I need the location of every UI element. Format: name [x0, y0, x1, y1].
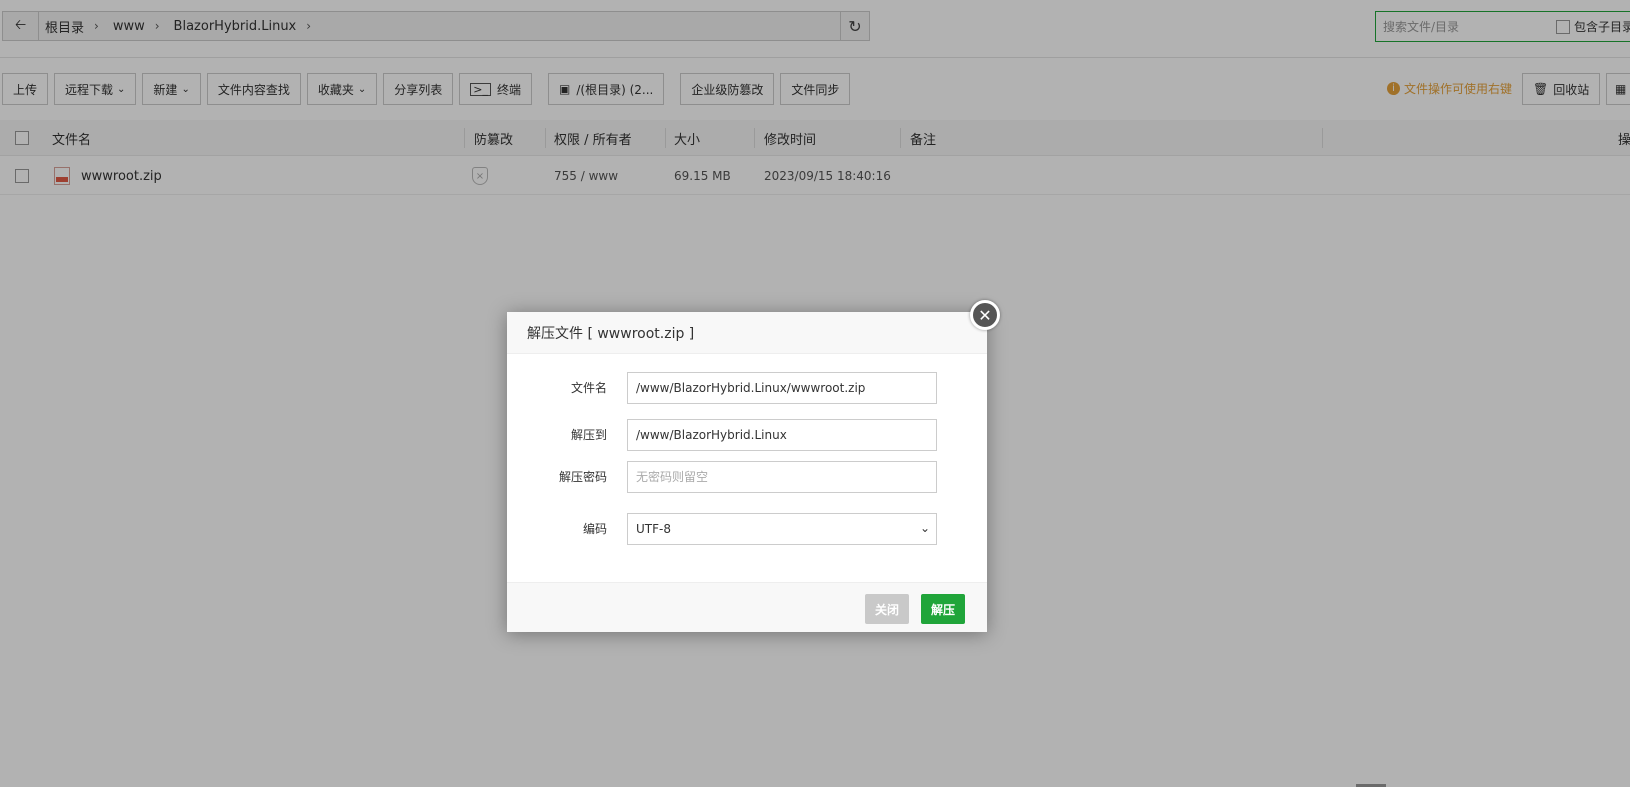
filename-field[interactable]: /www/BlazorHybrid.Linux/wwwroot.zip: [627, 371, 937, 404]
password-field[interactable]: 无密码则留空: [627, 460, 937, 493]
form-row-password: 解压密码 无密码则留空: [507, 460, 987, 493]
close-icon[interactable]: ✕: [970, 300, 1000, 330]
password-label: 解压密码: [558, 470, 607, 484]
form-row-extract-to: 解压到 /www/BlazorHybrid.Linux: [507, 418, 987, 451]
filename-label: 文件名: [570, 381, 607, 395]
extract-dialog: 解压文件 [ wwwroot.zip ] ✕ 文件名 /www/BlazorHy…: [507, 300, 1000, 632]
extract-button[interactable]: 解压: [921, 594, 966, 624]
dialog-footer: 关闭 解压: [507, 582, 987, 632]
encoding-label: 编码: [582, 522, 607, 536]
chevron-down-icon: ⌄: [919, 520, 930, 535]
dialog-title: 解压文件 [ wwwroot.zip ]: [527, 325, 695, 342]
extract-to-field[interactable]: /www/BlazorHybrid.Linux: [627, 418, 937, 451]
close-button[interactable]: 关闭: [865, 594, 910, 624]
extract-to-label: 解压到: [570, 428, 607, 442]
form-row-encoding: 编码 UTF-8 ⌄: [507, 512, 987, 545]
dialog-header: 解压文件 [ wwwroot.zip ]: [507, 312, 987, 354]
encoding-select[interactable]: UTF-8 ⌄: [627, 512, 937, 545]
form-row-filename: 文件名 /www/BlazorHybrid.Linux/wwwroot.zip: [507, 371, 987, 404]
encoding-value: UTF-8: [636, 521, 671, 536]
